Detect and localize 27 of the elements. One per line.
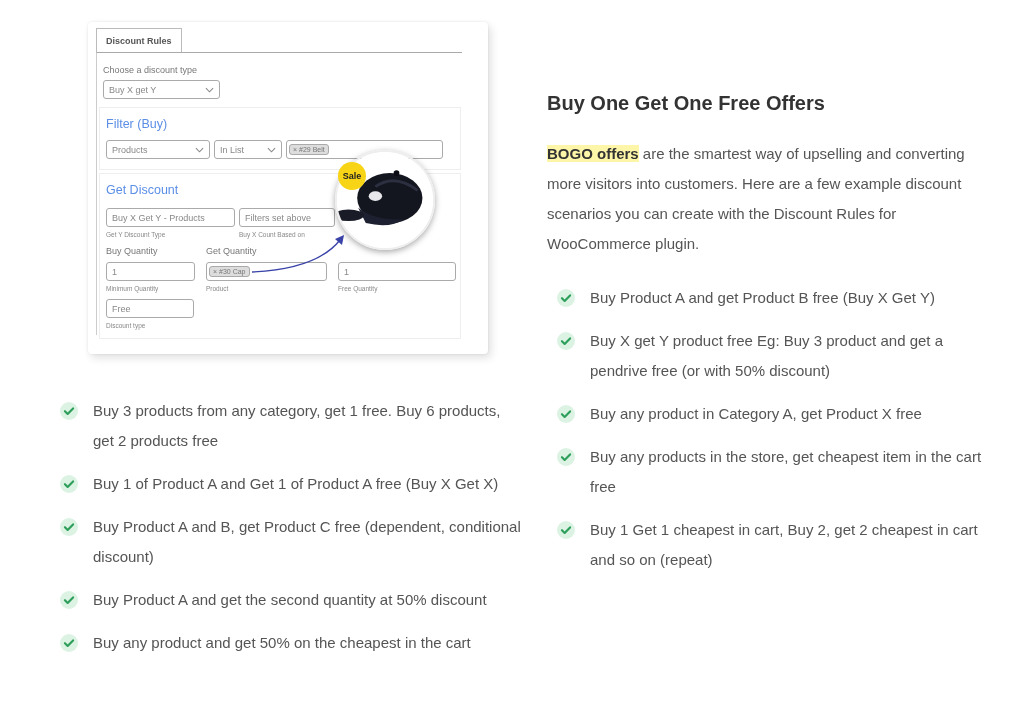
list-item-text: Buy Product A and get Product B free (Buy X Get Y) xyxy=(590,288,935,308)
input-field[interactable]: 1 xyxy=(106,262,195,281)
input-field[interactable]: Filters set above xyxy=(239,208,335,227)
section-title: Filter (Buy) xyxy=(106,117,168,131)
input-field[interactable]: Buy X Get Y - Products xyxy=(106,208,235,227)
field-label: Buy Quantity xyxy=(106,246,159,257)
field-label: Choose a discount type xyxy=(103,65,199,75)
list-item-text: Buy 1 Get 1 cheapest in cart, Buy 2, get 2 cheapest in cart and so on (repeat) xyxy=(590,520,979,570)
input-field[interactable]: Free xyxy=(106,299,194,318)
intro-paragraph: BOGO offers are the smartest way of upselling and converting more visitors into customers. Here are a few example discount scenarios you can create with the Discount Rules for WooCommerce plugin. xyxy=(547,144,966,254)
list-item-text: Buy any product and get 50% on the cheapest in the cart xyxy=(93,633,471,653)
tab[interactable]: Discount Rules xyxy=(96,28,182,52)
list-item-text: Buy X get Y product free Eg: Buy 3 product and get a pendrive free (or with 50% discount) xyxy=(590,331,944,381)
list-item-text: Buy 3 products from any category, get 1 free. Buy 6 products, get 2 products free xyxy=(93,401,502,451)
sale-badge: Sale xyxy=(338,162,366,190)
heading: Buy One Get One Free Offers xyxy=(547,92,826,115)
input-field[interactable]: 1 xyxy=(338,262,456,281)
field-label: Get Quantity xyxy=(206,246,258,257)
list-item-text: Buy any products in the store, get cheapest item in the cart free xyxy=(590,447,983,497)
list-item-text: Buy Product A and B, get Product C free (dependent, conditional discount) xyxy=(93,517,522,567)
list-item-text: Buy 1 of Product A and Get 1 of Product A free (Buy X Get X) xyxy=(93,474,499,494)
list-item-text: Buy any product in Category A, get Product X free xyxy=(590,404,922,424)
list-item-text: Buy Product A and get the second quantity at 50% discount xyxy=(93,590,487,610)
select-field[interactable]: Buy X get Y xyxy=(103,80,220,99)
section-title: Get Discount xyxy=(106,183,179,197)
select-field[interactable]: Products xyxy=(106,140,210,159)
select-field[interactable]: In List xyxy=(214,140,282,159)
